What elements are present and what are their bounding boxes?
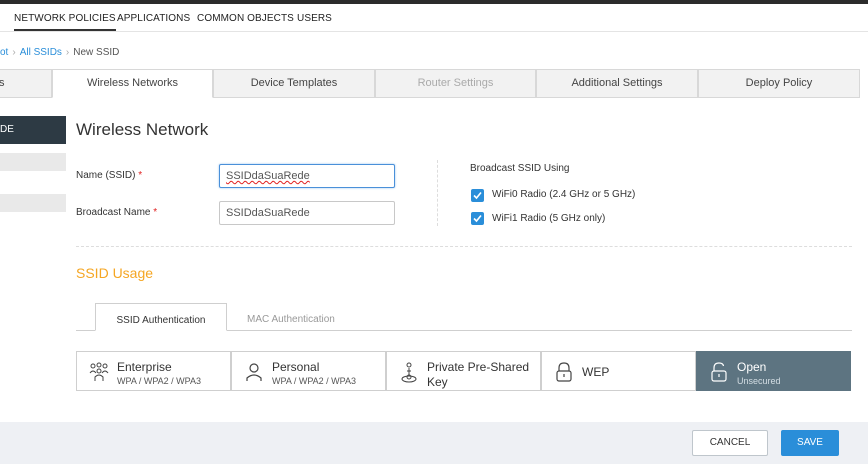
ssid-name-input[interactable]: SSIDdaSuaRede <box>219 164 395 188</box>
tab-router-settings[interactable]: Router Settings <box>375 69 536 98</box>
ssid-usage-title: SSID Usage <box>76 265 154 281</box>
option-subtitle: WPA / WPA2 / WPA3 <box>117 376 202 386</box>
input-value: SSIDdaSuaRede <box>226 207 310 219</box>
auth-option-enterprise[interactable]: Enterprise WPA / WPA2 / WPA3 <box>76 351 231 391</box>
key-person-icon <box>401 362 417 383</box>
chevron-right-icon: › <box>65 47 70 58</box>
tab-previous[interactable]: s <box>0 69 52 98</box>
auth-option-personal[interactable]: Personal WPA / WPA2 / WPA3 <box>231 351 386 391</box>
wifi0-checkbox[interactable] <box>471 189 484 202</box>
breadcrumb-item-all-ssids[interactable]: All SSIDs <box>20 47 62 58</box>
tab-label: Wireless Networks <box>86 77 179 89</box>
option-subtitle: WPA / WPA2 / WPA3 <box>272 376 357 386</box>
option-title: Open <box>737 360 767 374</box>
option-title: Personal <box>272 360 320 374</box>
tab-ssid-authentication[interactable]: SSID Authentication <box>95 303 227 331</box>
label-text: Name (SSID) <box>76 170 136 181</box>
tab-deploy-policy[interactable]: Deploy Policy <box>698 69 860 98</box>
auth-option-open[interactable]: Open Unsecured <box>696 351 851 391</box>
chevron-right-icon: › <box>12 47 16 58</box>
top-navigation: NETWORK POLICIES APPLICATIONS COMMON OBJ… <box>0 4 868 32</box>
sidebar-item[interactable] <box>0 194 66 212</box>
breadcrumb-item-root[interactable]: ot <box>0 47 8 58</box>
tab-label: Additional Settings <box>571 77 663 89</box>
section-divider <box>76 246 852 247</box>
nav-network-policies[interactable]: NETWORK POLICIES <box>14 13 116 31</box>
cancel-button[interactable]: CANCEL <box>692 430 768 456</box>
tab-additional-settings[interactable]: Additional Settings <box>536 69 698 98</box>
required-mark: * <box>153 207 158 218</box>
broadcast-ssid-using-label: Broadcast SSID Using <box>470 163 570 174</box>
nav-common-objects[interactable]: COMMON OBJECTS <box>197 13 294 24</box>
checkmark-icon <box>473 191 482 200</box>
required-mark: * <box>138 170 143 181</box>
person-icon <box>246 363 262 381</box>
wifi1-label: WiFi1 Radio (5 GHz only) <box>492 213 606 224</box>
option-title: WEP <box>582 365 610 379</box>
broadcast-name-label: Broadcast Name * <box>76 207 157 218</box>
breadcrumb: ot › All SSIDs › New SSID <box>0 47 119 58</box>
sidebar-item-label: DE <box>0 124 14 135</box>
tab-device-templates[interactable]: Device Templates <box>213 69 375 98</box>
option-subtitle: Key <box>427 375 448 389</box>
unlock-icon <box>711 362 727 382</box>
save-button[interactable]: SAVE <box>781 430 839 456</box>
option-title: Enterprise <box>117 360 172 374</box>
page-title: Wireless Network <box>76 120 209 139</box>
tab-wireless-networks[interactable]: Wireless Networks <box>52 69 213 98</box>
nav-applications[interactable]: APPLICATIONS <box>117 13 190 24</box>
policy-tabs: s Wireless Networks Device Templates Rou… <box>0 69 868 98</box>
auth-option-wep[interactable]: WEP <box>541 351 696 391</box>
checkmark-icon <box>473 214 482 223</box>
wifi1-checkbox[interactable] <box>471 212 484 225</box>
name-ssid-label: Name (SSID) * <box>76 170 142 181</box>
wifi0-label: WiFi0 Radio (2.4 GHz or 5 GHz) <box>492 189 636 200</box>
tab-mac-authentication[interactable]: MAC Authentication <box>247 314 335 325</box>
lock-icon <box>556 362 572 382</box>
auth-option-private-psk[interactable]: Private Pre-Shared Key <box>386 351 541 391</box>
tab-label: Router Settings <box>417 77 494 89</box>
breadcrumb-item-current: New SSID <box>73 47 120 58</box>
tab-label: Device Templates <box>250 77 338 89</box>
option-subtitle: Unsecured <box>737 376 781 386</box>
nav-users[interactable]: USERS <box>297 13 332 24</box>
input-value: SSIDdaSuaRede <box>226 170 310 182</box>
enterprise-icon <box>89 362 109 381</box>
sidebar-item[interactable] <box>0 153 66 171</box>
sidebar-item-active[interactable]: DE <box>0 116 66 144</box>
tab-label: Deploy Policy <box>745 77 813 89</box>
vertical-divider <box>437 160 438 226</box>
label-text: Broadcast Name <box>76 207 151 218</box>
broadcast-name-input[interactable]: SSIDdaSuaRede <box>219 201 395 225</box>
tab-label: s <box>0 77 5 89</box>
option-title: Private Pre-Shared <box>427 360 530 374</box>
